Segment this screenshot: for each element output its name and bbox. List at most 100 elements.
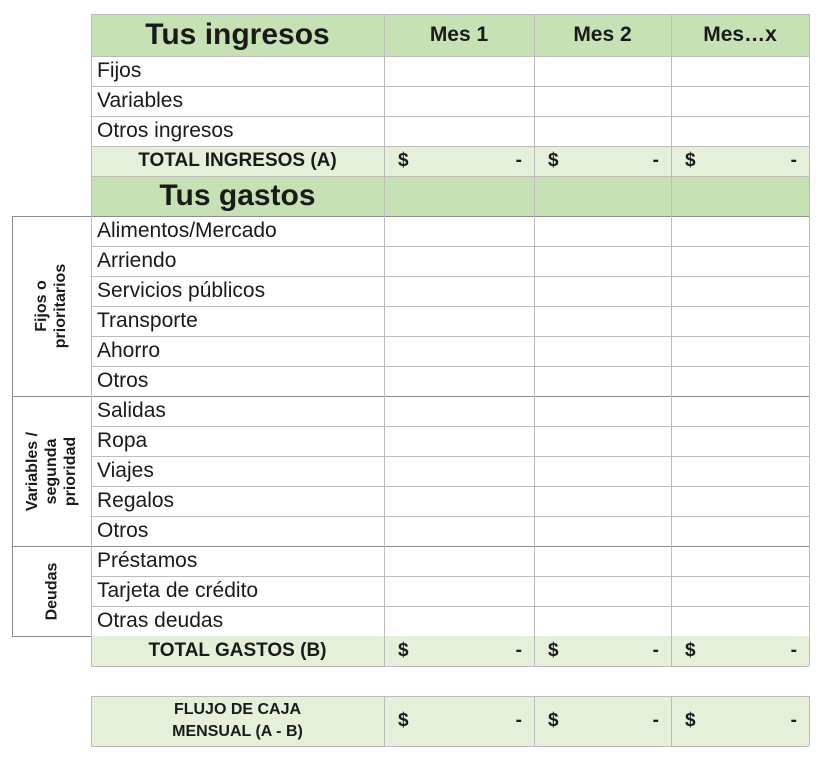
grid-line — [534, 14, 535, 666]
grid-line — [671, 14, 672, 666]
expense-value-cell[interactable] — [534, 486, 671, 516]
expense-value-cell[interactable] — [671, 366, 809, 396]
income-value-cell[interactable] — [384, 86, 534, 116]
expense-value-cell[interactable] — [671, 576, 809, 606]
expense-value-cell[interactable] — [384, 576, 534, 606]
income-value-cell[interactable] — [671, 86, 809, 116]
expense-value-cell[interactable] — [534, 396, 671, 426]
expense-value-cell[interactable] — [534, 366, 671, 396]
expense-value-cell[interactable] — [534, 216, 671, 246]
grid-line — [91, 666, 809, 667]
income-row-text: Variables — [97, 89, 183, 112]
expense-value-cell[interactable] — [671, 336, 809, 366]
amount-value: - — [515, 640, 522, 661]
expense-value-cell[interactable] — [671, 306, 809, 336]
amount-value: - — [790, 150, 797, 171]
expense-value-cell[interactable] — [534, 576, 671, 606]
grid-line — [91, 14, 92, 666]
expense-row-label: Viajes — [91, 456, 384, 486]
expense-value-cell[interactable] — [671, 426, 809, 456]
expense-value-cell[interactable] — [534, 246, 671, 276]
currency-symbol: $ — [548, 150, 559, 171]
cash-flow-label-line: FLUJO DE CAJA — [173, 701, 302, 718]
expense-value-cell[interactable] — [671, 606, 809, 636]
expense-value-cell[interactable] — [534, 276, 671, 306]
expense-value-cell[interactable] — [671, 216, 809, 246]
income-value-cell[interactable] — [534, 56, 671, 86]
currency-symbol: $ — [685, 710, 696, 731]
expense-value-cell[interactable] — [384, 426, 534, 456]
expense-value-cell[interactable] — [671, 486, 809, 516]
month-header: Mes 1 — [384, 14, 534, 56]
income-row-label: Otros ingresos — [91, 116, 384, 146]
expense-value-cell[interactable] — [384, 276, 534, 306]
expense-value-cell[interactable] — [384, 516, 534, 546]
expense-group-text: Variables / segunda prioridad — [23, 431, 80, 510]
expense-row-text: Tarjeta de crédito — [97, 579, 259, 602]
total-income-label-text: TOTAL INGRESOS (A) — [138, 150, 337, 171]
income-value-cell[interactable] — [384, 56, 534, 86]
expense-value-cell[interactable] — [534, 606, 671, 636]
income-row-text: Otros ingresos — [97, 119, 234, 142]
currency-symbol: $ — [548, 710, 559, 731]
grid-line — [91, 86, 809, 87]
grid-line — [91, 746, 809, 747]
expense-value-cell[interactable] — [671, 546, 809, 576]
income-value-cell[interactable] — [384, 116, 534, 146]
amount-cell: $ - — [534, 696, 671, 746]
income-value-cell[interactable] — [671, 56, 809, 86]
expenses-title: Tus gastos — [91, 176, 384, 216]
grid-line — [384, 696, 385, 746]
expense-value-cell[interactable] — [671, 246, 809, 276]
income-value-cell[interactable] — [671, 116, 809, 146]
grid-line — [809, 696, 810, 746]
expense-row-text: Ahorro — [97, 339, 161, 362]
expense-value-cell[interactable] — [384, 456, 534, 486]
currency-symbol: $ — [398, 640, 409, 661]
expense-value-cell[interactable] — [384, 336, 534, 366]
expense-group-text: Deudas — [42, 562, 61, 620]
amount-cell: $ - — [534, 636, 671, 666]
expense-value-cell[interactable] — [534, 306, 671, 336]
currency-symbol: $ — [398, 150, 409, 171]
expense-row-label: Otros — [91, 516, 384, 546]
expense-value-cell[interactable] — [384, 366, 534, 396]
expense-group-line: Fijos o — [33, 280, 51, 332]
grid-line — [671, 696, 672, 746]
expense-row-text: Transporte — [97, 309, 198, 332]
income-title-text: Tus ingresos — [145, 18, 330, 51]
expense-value-cell[interactable] — [671, 396, 809, 426]
expense-row-text: Arriendo — [97, 249, 177, 272]
expense-value-cell[interactable] — [534, 336, 671, 366]
expense-value-cell[interactable] — [384, 216, 534, 246]
expense-value-cell[interactable] — [384, 396, 534, 426]
grid-line — [91, 696, 809, 697]
grid-line — [91, 176, 809, 177]
expense-value-cell[interactable] — [534, 456, 671, 486]
expense-value-cell[interactable] — [384, 606, 534, 636]
grid-line — [12, 216, 13, 636]
expense-value-cell[interactable] — [384, 486, 534, 516]
expense-value-cell[interactable] — [534, 516, 671, 546]
income-value-cell[interactable] — [534, 116, 671, 146]
expense-row-label: Arriendo — [91, 246, 384, 276]
expense-value-cell[interactable] — [534, 426, 671, 456]
expense-value-cell[interactable] — [671, 276, 809, 306]
expense-row-text: Alimentos/Mercado — [97, 219, 277, 242]
grid-line — [534, 696, 535, 746]
expense-value-cell[interactable] — [534, 546, 671, 576]
expenses-title-text: Tus gastos — [159, 179, 316, 212]
expense-row-text: Préstamos — [97, 549, 198, 572]
expense-value-cell[interactable] — [671, 456, 809, 486]
expense-value-cell[interactable] — [671, 516, 809, 546]
expense-value-cell[interactable] — [384, 546, 534, 576]
amount-cell: $ - — [384, 696, 534, 746]
income-value-cell[interactable] — [534, 86, 671, 116]
currency-symbol: $ — [398, 710, 409, 731]
amount-value: - — [790, 640, 797, 661]
expense-value-cell[interactable] — [384, 306, 534, 336]
amount-value: - — [652, 150, 659, 171]
expense-value-cell[interactable] — [384, 246, 534, 276]
expense-group-line: Variables / — [24, 431, 42, 511]
currency-symbol: $ — [685, 640, 696, 661]
